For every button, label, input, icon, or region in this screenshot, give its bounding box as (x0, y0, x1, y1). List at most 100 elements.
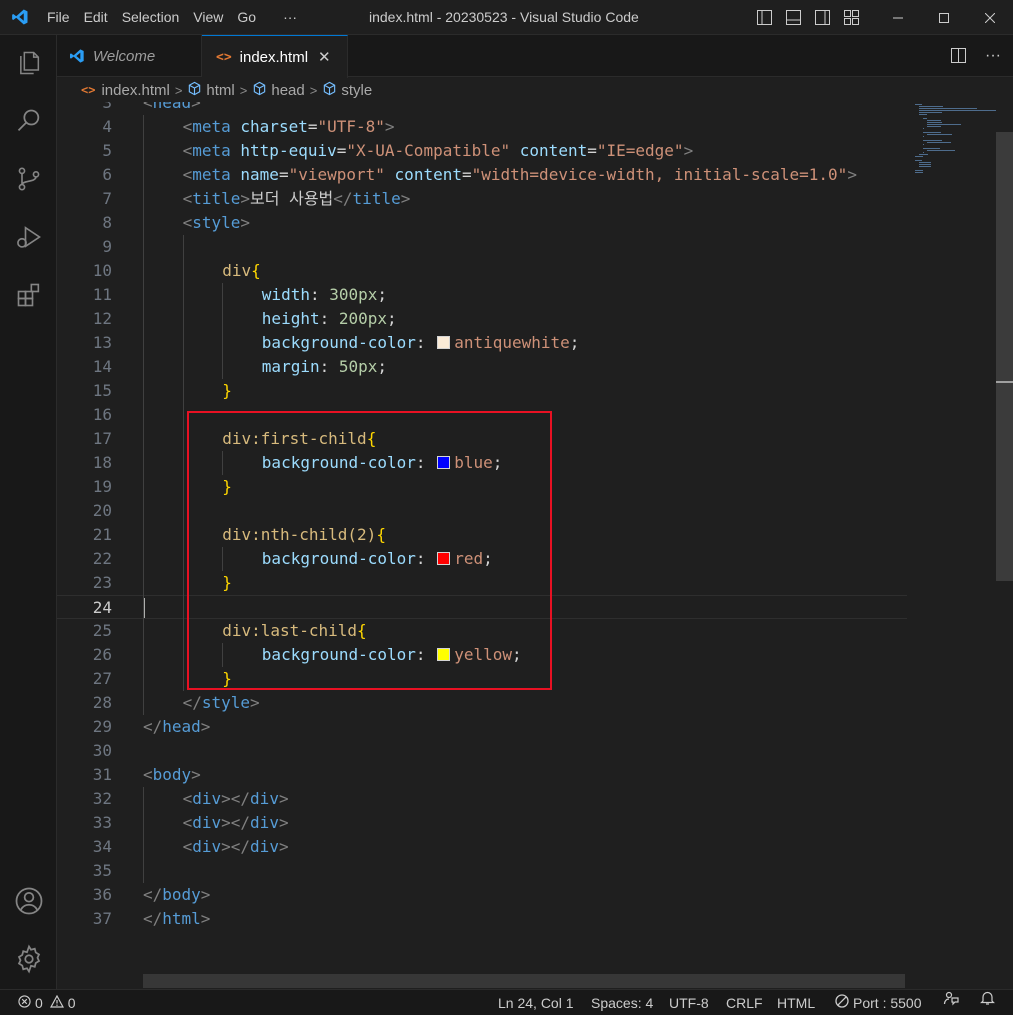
code-line[interactable]: 30 (57, 739, 907, 763)
maximize-icon[interactable] (921, 0, 967, 35)
split-editor-icon[interactable] (950, 47, 967, 67)
code-line[interactable]: 36 </body> (57, 883, 907, 907)
code-line[interactable]: 37 </html> (57, 907, 907, 931)
line-number: 23 (92, 573, 112, 592)
code-token: </ (333, 189, 353, 208)
toggle-primary-sidebar-icon[interactable] (756, 9, 773, 26)
menu-go[interactable]: Go (230, 0, 263, 35)
code-line[interactable]: 28 </style> (57, 691, 907, 715)
code-text: <meta name="viewport" content="width=dev… (183, 163, 857, 187)
code-token: </ (143, 717, 163, 736)
cursor-position[interactable]: Ln 24, Col 1 (498, 990, 574, 1015)
code-line[interactable]: 32 <div></div> (57, 787, 907, 811)
settings-gear-icon[interactable] (0, 935, 57, 983)
accounts-icon[interactable] (0, 877, 57, 925)
menu-selection[interactable]: Selection (115, 0, 187, 35)
code-token: > (400, 189, 411, 208)
annotation-highlight-box (187, 411, 552, 690)
breadcrumb-item-head[interactable]: head (271, 82, 304, 99)
toggle-panel-icon[interactable] (785, 9, 802, 26)
code-editor[interactable]: 3 <head> 4 <meta charset="UTF-8"> 5 <meta htt… (57, 102, 1013, 989)
code-token: title (352, 189, 401, 208)
language-mode[interactable]: HTML (777, 990, 815, 1015)
end-of-line[interactable]: CRLF (726, 990, 763, 1015)
more-actions-icon[interactable]: ··· (985, 47, 1001, 67)
tab-index-html[interactable]: <> index.html ✕ (202, 35, 348, 78)
live-server-port[interactable]: Port : 5500 (835, 990, 922, 1015)
code-line[interactable]: 6 <meta name="viewport" content="width=de… (57, 163, 907, 187)
code-token: ; (377, 285, 388, 304)
extensions-icon[interactable] (0, 271, 57, 319)
symbol-element-icon (187, 81, 202, 100)
breadcrumb-item-html[interactable]: html (206, 82, 234, 99)
notifications-bell-icon[interactable] (980, 990, 995, 1006)
menu-view[interactable]: View (186, 0, 230, 35)
code-line[interactable]: 31 <body> (57, 763, 907, 787)
code-text: <meta http-equiv="X-UA-Compatible" conte… (183, 139, 694, 163)
minimap[interactable] (915, 102, 1005, 182)
line-number: 25 (92, 621, 112, 640)
code-line[interactable]: 13 background-color: antiquewhite; (57, 331, 907, 355)
menu-edit[interactable]: Edit (77, 0, 115, 35)
code-token: ; (569, 333, 580, 352)
code-line[interactable]: 10 div{ (57, 259, 907, 283)
customize-layout-icon[interactable] (843, 9, 860, 26)
line-number: 10 (92, 261, 112, 280)
code-token: http-equiv (240, 141, 337, 160)
code-line[interactable]: 34 <div></div> (57, 835, 907, 859)
code-line[interactable]: 9 (57, 235, 907, 259)
code-line[interactable]: 15} (57, 379, 907, 403)
indentation[interactable]: Spaces: 4 (591, 990, 653, 1015)
code-token: = (461, 165, 472, 184)
line-number: 20 (92, 501, 112, 520)
code-line[interactable]: 35 (57, 859, 907, 883)
code-line[interactable]: 11 width: 300px; (57, 283, 907, 307)
minimize-icon[interactable] (875, 0, 921, 35)
close-window-icon[interactable] (967, 0, 1013, 35)
code-line[interactable]: 5 <meta http-equiv="X-UA-Compatible" cont… (57, 139, 907, 163)
line-number: 17 (92, 429, 112, 448)
encoding[interactable]: UTF-8 (669, 990, 709, 1015)
code-line[interactable]: 12 height: 200px; (57, 307, 907, 331)
code-token: div (192, 813, 222, 832)
code-token: < (182, 837, 193, 856)
code-line[interactable]: 33 <div></div> (57, 811, 907, 835)
toggle-secondary-sidebar-icon[interactable] (814, 9, 831, 26)
menu-more[interactable]: ··· (263, 0, 304, 35)
menu-file[interactable]: File (40, 0, 77, 35)
code-line[interactable]: 4 <meta charset="UTF-8"> (57, 115, 907, 139)
feedback-icon[interactable] (943, 990, 959, 1006)
explorer-icon[interactable] (0, 39, 57, 87)
horizontal-scrollbar[interactable] (143, 974, 905, 988)
breadcrumb-item-style[interactable]: style (341, 82, 372, 99)
vertical-scrollbar[interactable] (996, 132, 1013, 581)
source-control-icon[interactable] (0, 155, 57, 203)
line-number: 4 (102, 117, 112, 136)
code-line[interactable]: 14 margin: 50px; (57, 355, 907, 379)
run-debug-icon[interactable] (0, 213, 57, 261)
search-icon[interactable] (0, 97, 57, 145)
code-token: charset (240, 117, 308, 136)
indent-guide (143, 787, 144, 883)
code-token: < (143, 765, 153, 784)
code-line[interactable]: 8 <style> (57, 211, 907, 235)
close-tab-icon[interactable]: ✕ (318, 48, 331, 66)
code-token: html (162, 909, 201, 928)
code-token: } (222, 381, 232, 400)
breadcrumb-item-file[interactable]: index.html (101, 82, 169, 99)
code-token: > (278, 837, 289, 856)
code-line[interactable]: 3 <head> (57, 102, 907, 115)
problems-indicator[interactable]: 0 0 (18, 990, 76, 1015)
line-number: 21 (92, 525, 112, 544)
tab-welcome[interactable]: Welcome (57, 35, 202, 77)
line-number: 8 (102, 213, 112, 232)
code-line[interactable]: 29 </head> (57, 715, 907, 739)
code-token: antiquewhite (454, 333, 570, 352)
line-number: 9 (102, 237, 112, 256)
minimap-line (927, 124, 962, 125)
code-token: "X-UA-Compatible" (346, 141, 511, 160)
color-swatch[interactable] (437, 336, 451, 349)
code-line[interactable]: 7 <title>보더 사용법</title> (57, 187, 907, 211)
minimap-line (923, 132, 941, 133)
